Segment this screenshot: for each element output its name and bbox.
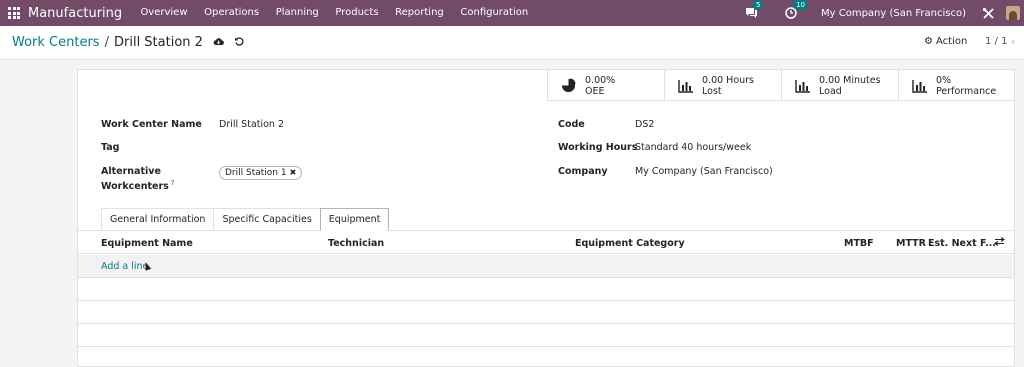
tab-equipment[interactable]: Equipment bbox=[319, 208, 390, 231]
stat-button-oee[interactable]: 0.00% OEE bbox=[547, 70, 664, 101]
work-center-name-field[interactable]: Drill Station 2 bbox=[219, 119, 284, 130]
optional-columns-icon[interactable] bbox=[994, 237, 1005, 249]
discard-undo-icon[interactable] bbox=[234, 36, 244, 49]
alternative-workcenters-label-1: Alternative bbox=[101, 166, 161, 177]
tag-field[interactable] bbox=[219, 142, 399, 154]
stat-button-lost[interactable]: 0.00 Hours Lost bbox=[664, 70, 781, 101]
breadcrumb-separator: / bbox=[104, 35, 109, 50]
performance-label: Performance bbox=[936, 85, 997, 97]
menu-planning[interactable]: Planning bbox=[267, 0, 327, 26]
chevron-left-icon[interactable]: ‹ bbox=[1011, 35, 1015, 48]
lost-label: Lost bbox=[702, 85, 722, 97]
company-label: Company bbox=[558, 166, 608, 177]
messages-badge: 5 bbox=[753, 0, 764, 10]
form-sheet: 0.00% OEE 0.00 Hours Lost 0.00 Minutes L… bbox=[77, 69, 1015, 367]
activities-badge: 10 bbox=[793, 0, 808, 10]
control-panel: Work Centers / Drill Station 2 ⚙ Action … bbox=[0, 26, 1024, 60]
stat-button-performance[interactable]: 0% Performance bbox=[898, 70, 1015, 101]
add-a-line-link[interactable]: Add a line bbox=[101, 261, 148, 272]
notebook-tabs: General Information Specific Capacities … bbox=[101, 208, 390, 231]
systray: 5 10 My Company (San Francisco) bbox=[743, 0, 1024, 26]
pager-value[interactable]: 1 / 1 bbox=[985, 36, 1007, 47]
messages-icon[interactable]: 5 bbox=[743, 0, 764, 21]
working-hours-label: Working Hours bbox=[558, 142, 638, 153]
work-center-name-label: Work Center Name bbox=[101, 119, 202, 130]
column-mtbf[interactable]: MTBF bbox=[844, 238, 874, 249]
company-switcher[interactable]: My Company (San Francisco) bbox=[821, 8, 966, 19]
smart-buttons: 0.00% OEE 0.00 Hours Lost 0.00 Minutes L… bbox=[547, 70, 1015, 101]
menu-configuration[interactable]: Configuration bbox=[452, 0, 536, 26]
table-row bbox=[78, 278, 1014, 301]
mouse-cursor-icon bbox=[142, 261, 152, 271]
remove-tag-icon[interactable]: ✖ bbox=[290, 167, 297, 179]
menu-operations[interactable]: Operations bbox=[196, 0, 268, 26]
breadcrumb-current: Drill Station 2 bbox=[113, 35, 203, 50]
equipment-table-header: Equipment Name Technician Equipment Cate… bbox=[78, 232, 1014, 254]
bar-chart-icon bbox=[911, 79, 927, 93]
tab-specific-capacities[interactable]: Specific Capacities bbox=[213, 208, 321, 231]
debug-tools-icon[interactable] bbox=[980, 5, 996, 21]
column-est-next-failure[interactable]: Est. Next F... bbox=[928, 238, 996, 249]
company-field[interactable]: My Company (San Francisco) bbox=[635, 166, 773, 177]
alternative-workcenter-tag: Drill Station 1 ✖ bbox=[219, 166, 303, 180]
working-hours-field[interactable]: Standard 40 hours/week bbox=[635, 142, 751, 153]
breadcrumb: Work Centers / Drill Station 2 bbox=[12, 35, 244, 50]
app-name[interactable]: Manufacturing bbox=[28, 6, 122, 21]
lost-value: 0.00 Hours bbox=[702, 74, 755, 86]
menu-products[interactable]: Products bbox=[327, 0, 387, 26]
table-row bbox=[78, 324, 1014, 347]
action-menu-button[interactable]: ⚙ Action bbox=[924, 36, 967, 47]
activities-clock-icon[interactable]: 10 bbox=[783, 0, 808, 21]
top-navbar: Manufacturing Overview Operations Planni… bbox=[0, 0, 1024, 26]
column-equipment-category[interactable]: Equipment Category bbox=[575, 238, 685, 249]
pie-chart-icon bbox=[560, 77, 576, 93]
column-mttr[interactable]: MTTR bbox=[896, 238, 926, 249]
action-label: Action bbox=[935, 36, 968, 47]
alternative-workcenters-label: Workcenters? bbox=[101, 179, 175, 192]
load-label: Load bbox=[819, 85, 842, 97]
help-tooltip-icon[interactable]: ? bbox=[171, 179, 175, 187]
main-menu: Overview Operations Planning Products Re… bbox=[132, 0, 536, 26]
tab-general-information[interactable]: General Information bbox=[101, 208, 215, 231]
oee-label: OEE bbox=[585, 85, 605, 97]
gear-icon: ⚙ bbox=[924, 36, 933, 47]
stat-button-load[interactable]: 0.00 Minutes Load bbox=[781, 70, 898, 101]
menu-overview[interactable]: Overview bbox=[132, 0, 196, 26]
save-cloud-icon[interactable] bbox=[213, 37, 224, 49]
code-field[interactable]: DS2 bbox=[635, 119, 654, 130]
code-label: Code bbox=[558, 119, 585, 130]
bar-chart-icon bbox=[794, 79, 810, 93]
breadcrumb-work-centers[interactable]: Work Centers bbox=[12, 35, 100, 50]
column-technician[interactable]: Technician bbox=[328, 238, 384, 249]
user-avatar[interactable] bbox=[1006, 6, 1020, 20]
column-equipment-name[interactable]: Equipment Name bbox=[101, 238, 193, 249]
apps-menu-icon[interactable] bbox=[8, 7, 20, 19]
menu-reporting[interactable]: Reporting bbox=[387, 0, 452, 26]
table-row bbox=[78, 301, 1014, 324]
alternative-workcenters-label-2: Workcenters bbox=[101, 181, 169, 193]
table-row: Add a line bbox=[78, 255, 1014, 278]
load-value: 0.00 Minutes bbox=[819, 74, 881, 86]
tag-label: Tag bbox=[101, 142, 120, 153]
bar-chart-icon bbox=[677, 79, 693, 93]
oee-value: 0.00% bbox=[585, 74, 616, 86]
alternative-workcenter-tag-label: Drill Station 1 bbox=[225, 168, 287, 178]
performance-value: 0% bbox=[936, 74, 952, 86]
